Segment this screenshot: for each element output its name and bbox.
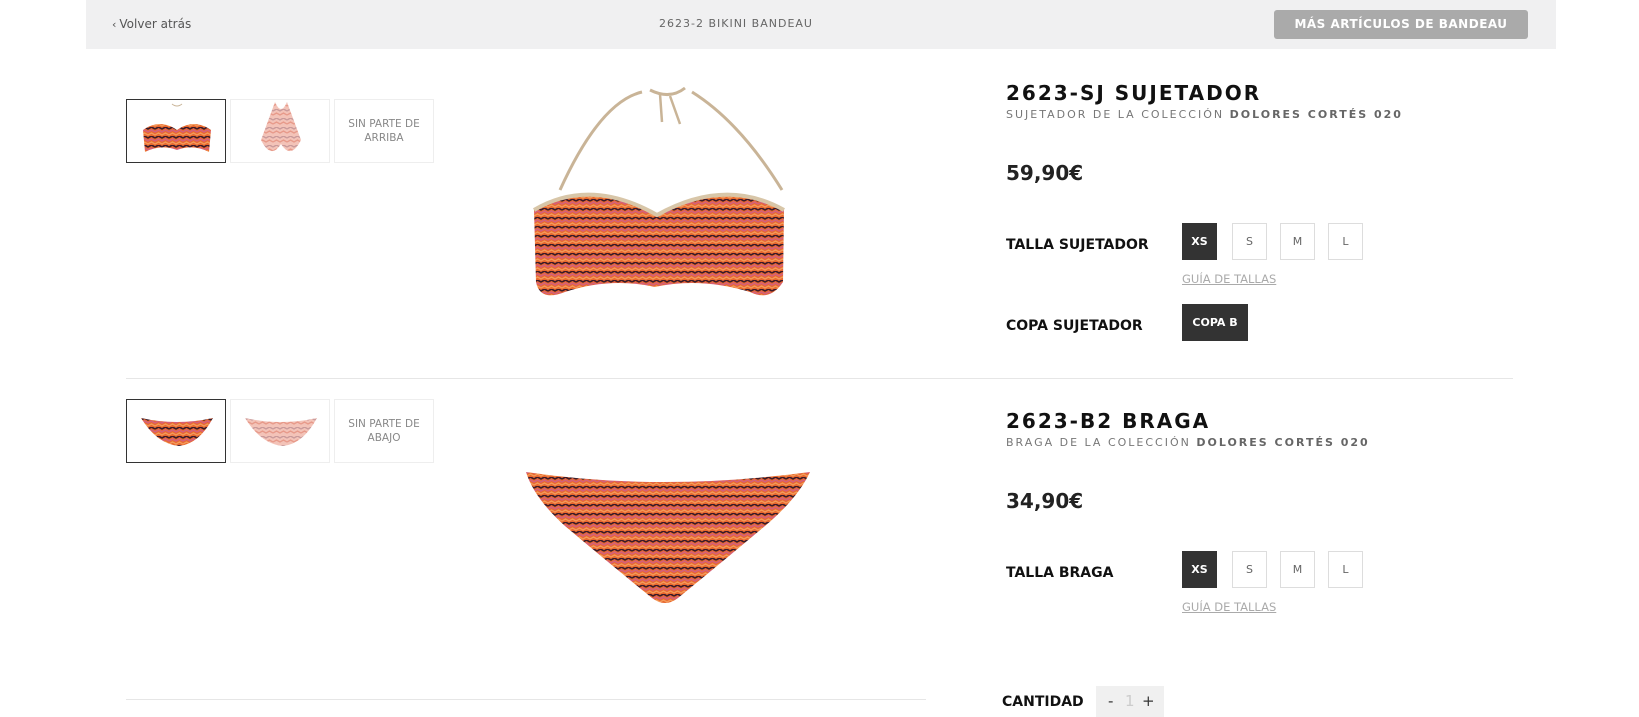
braga-main-image bbox=[526, 472, 810, 603]
bottom-title: 2623-B2 BRAGA bbox=[1006, 409, 1211, 433]
top-title: 2623-SJ SUJETADOR bbox=[1006, 81, 1262, 105]
thumbnail-no-top[interactable]: SIN PARTE DE ARRIBA bbox=[334, 99, 434, 163]
braga-thumbnail-image bbox=[141, 418, 213, 446]
no-top-label: SIN PARTE DE ARRIBA bbox=[348, 118, 420, 144]
halter-thumbnail-image bbox=[261, 102, 301, 152]
bottom-size-m[interactable]: M bbox=[1280, 551, 1315, 588]
top-collection: DOLORES CORTÉS 020 bbox=[1229, 108, 1403, 121]
cup-b-button[interactable]: COPA B bbox=[1182, 304, 1248, 341]
bottom-size-guide-link[interactable]: GUÍA DE TALLAS bbox=[1182, 600, 1276, 614]
no-bottom-label: SIN PARTE DE ABAJO bbox=[348, 418, 420, 444]
bottom-price: 34,90€ bbox=[1006, 489, 1084, 513]
top-bar: ‹ Volver atrás 2623-2 BIKINI BANDEAU MÁS … bbox=[86, 0, 1556, 49]
quantity-input[interactable]: 1 bbox=[1125, 692, 1135, 710]
more-articles-button[interactable]: MÁS ARTÍCULOS DE BANDEAU bbox=[1274, 10, 1528, 39]
thumbnail-top-halter[interactable] bbox=[230, 99, 330, 163]
quantity-label: CANTIDAD bbox=[1002, 694, 1084, 710]
section-divider bbox=[126, 378, 1513, 379]
bottom-size-label: TALLA BRAGA bbox=[1006, 565, 1114, 581]
top-cup-label: COPA SUJETADOR bbox=[1006, 318, 1143, 334]
top-size-s[interactable]: S bbox=[1232, 223, 1267, 260]
top-subtitle: SUJETADOR DE LA COLECCIÓN DOLORES CORTÉS… bbox=[1006, 108, 1403, 121]
top-size-m[interactable]: M bbox=[1280, 223, 1315, 260]
bandeau-top-main-image bbox=[532, 86, 785, 296]
top-size-l[interactable]: L bbox=[1328, 223, 1363, 260]
bottom-divider bbox=[126, 699, 926, 700]
top-price: 59,90€ bbox=[1006, 161, 1084, 185]
thumbnail-no-bottom[interactable]: SIN PARTE DE ABAJO bbox=[334, 399, 434, 463]
top-size-guide-link[interactable]: GUÍA DE TALLAS bbox=[1182, 272, 1276, 286]
quantity-stepper: - 1 + bbox=[1096, 686, 1164, 717]
bottom-subtitle-prefix: BRAGA DE LA COLECCIÓN bbox=[1006, 436, 1191, 449]
top-subtitle-prefix: SUJETADOR DE LA COLECCIÓN bbox=[1006, 108, 1225, 121]
bottom-collection: DOLORES CORTÉS 020 bbox=[1196, 436, 1370, 449]
quantity-minus-button[interactable]: - bbox=[1108, 692, 1113, 710]
quantity-plus-button[interactable]: + bbox=[1142, 692, 1155, 710]
bottom-size-xs[interactable]: XS bbox=[1182, 551, 1217, 588]
thumbnail-bottom-braga[interactable] bbox=[126, 399, 226, 463]
thumbnail-top-bandeau[interactable] bbox=[126, 99, 226, 163]
top-size-xs[interactable]: XS bbox=[1182, 223, 1217, 260]
top-size-label: TALLA SUJETADOR bbox=[1006, 237, 1149, 253]
product-code-title: 2623-2 BIKINI BANDEAU bbox=[659, 17, 813, 30]
bottom-subtitle: BRAGA DE LA COLECCIÓN DOLORES CORTÉS 020 bbox=[1006, 436, 1370, 449]
bottom-size-l[interactable]: L bbox=[1328, 551, 1363, 588]
thumbnail-bottom-tie[interactable] bbox=[230, 399, 330, 463]
tie-bottom-thumbnail-image bbox=[245, 418, 317, 446]
bottom-size-s[interactable]: S bbox=[1232, 551, 1267, 588]
bandeau-thumbnail-image bbox=[143, 103, 211, 152]
